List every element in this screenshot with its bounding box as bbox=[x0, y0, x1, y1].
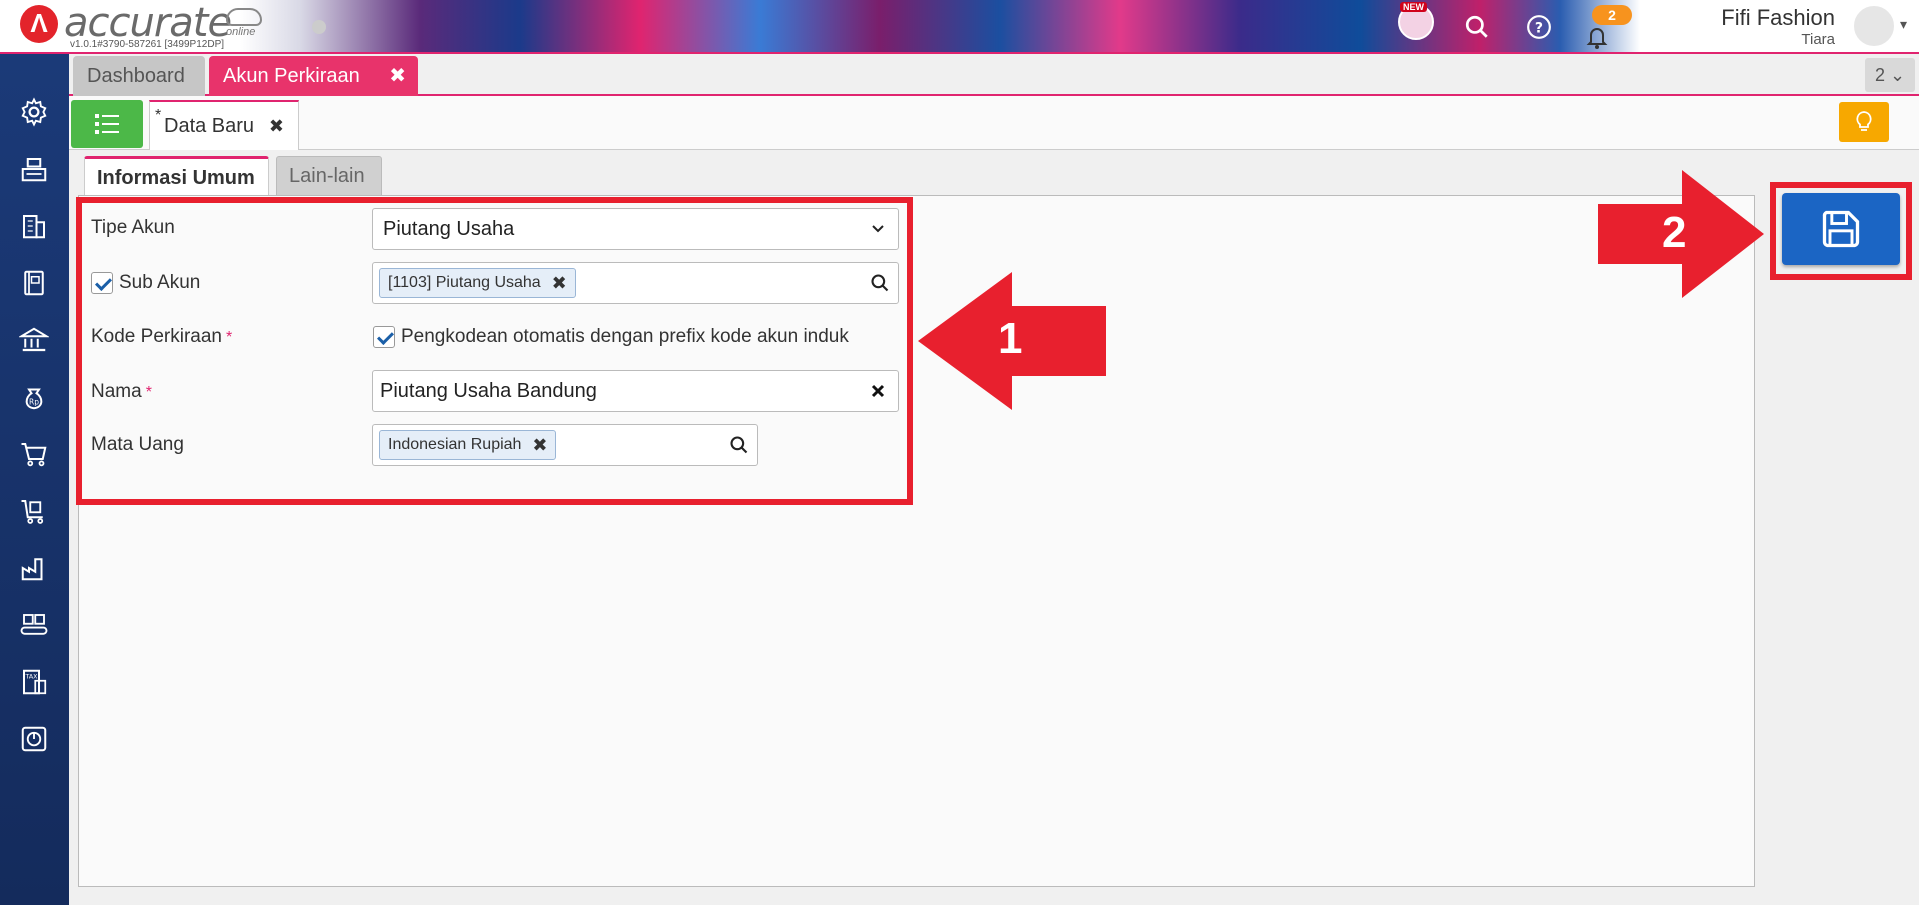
money-bag-icon[interactable]: Rp bbox=[16, 379, 52, 415]
tab-data-baru-label: Data Baru bbox=[164, 115, 255, 137]
top-bar: Λ accurate online v1.0.1#3790-587261 [34… bbox=[0, 0, 1919, 54]
close-icon[interactable]: ✖ bbox=[389, 56, 406, 96]
ledger-book-icon[interactable] bbox=[16, 265, 52, 301]
bank-icon[interactable] bbox=[16, 322, 52, 358]
annotation-arrow-1: 1 bbox=[918, 270, 1108, 417]
search-icon[interactable] bbox=[1458, 8, 1496, 46]
list-view-button[interactable] bbox=[71, 100, 143, 148]
lightbulb-icon bbox=[1856, 111, 1872, 131]
cloud-icon bbox=[226, 8, 262, 26]
building-icon[interactable] bbox=[16, 208, 52, 244]
tab-informasi-umum[interactable]: Informasi Umum bbox=[84, 156, 269, 196]
tab-informasi-umum-label: Informasi Umum bbox=[97, 167, 255, 189]
svg-text:?: ? bbox=[1535, 20, 1543, 36]
cart-box-icon[interactable] bbox=[16, 493, 52, 529]
tab-dashboard[interactable]: Dashboard bbox=[73, 56, 205, 96]
svg-text:Rp: Rp bbox=[29, 398, 39, 407]
user-name: Tiara bbox=[1801, 31, 1835, 48]
document-tab-bar: * Data Baru ✖ bbox=[69, 96, 1919, 150]
logo-sub: online bbox=[226, 26, 256, 38]
tab-akun-perkiraan[interactable]: Akun Perkiraan ✖ bbox=[209, 56, 418, 96]
chevron-down-icon[interactable]: ▾ bbox=[1900, 16, 1907, 33]
tab-lain-lain-label: Lain-lain bbox=[289, 165, 365, 187]
factory-icon[interactable] bbox=[16, 550, 52, 586]
gear-icon[interactable] bbox=[16, 94, 52, 130]
chevron-down-icon: ⌄ bbox=[1889, 65, 1906, 85]
form-highlight-box bbox=[76, 197, 913, 505]
company-name[interactable]: Fifi Fashion bbox=[1721, 5, 1835, 31]
svg-text:TAX: TAX bbox=[25, 673, 39, 680]
module-tab-bar: Dashboard Akun Perkiraan ✖ 2 ⌄ bbox=[69, 54, 1919, 96]
notification-badge: 2 bbox=[1592, 5, 1632, 25]
annotation-number-1: 1 bbox=[998, 314, 1023, 363]
tips-button[interactable] bbox=[1839, 102, 1889, 142]
help-icon[interactable]: ? bbox=[1520, 8, 1558, 46]
list-icon bbox=[95, 114, 119, 134]
tab-dashboard-label: Dashboard bbox=[87, 65, 185, 87]
tab-akun-perkiraan-label: Akun Perkiraan bbox=[223, 65, 360, 87]
cash-register-icon[interactable] bbox=[16, 151, 52, 187]
conveyor-icon[interactable] bbox=[16, 607, 52, 643]
annotation-number-2: 2 bbox=[1662, 208, 1687, 257]
new-badge: NEW bbox=[1400, 2, 1427, 12]
tab-lain-lain[interactable]: Lain-lain bbox=[276, 156, 382, 196]
accurate-logo-icon[interactable]: Λ bbox=[20, 5, 58, 43]
save-button[interactable] bbox=[1782, 193, 1900, 265]
shopping-cart-icon[interactable] bbox=[16, 436, 52, 472]
tab-count-dropdown[interactable]: 2 ⌄ bbox=[1865, 58, 1915, 92]
avatar[interactable] bbox=[1852, 4, 1896, 48]
tax-document-icon[interactable]: TAX bbox=[16, 664, 52, 700]
tab-count-value: 2 bbox=[1874, 65, 1885, 85]
status-dot bbox=[312, 20, 326, 34]
unsaved-marker: * bbox=[155, 107, 162, 124]
floppy-disk-icon bbox=[1822, 210, 1860, 248]
sidebar: Rp TAX bbox=[0, 54, 69, 905]
version-label: v1.0.1#3790-587261 [3499P12DP] bbox=[70, 39, 225, 50]
close-icon[interactable]: ✖ bbox=[269, 102, 284, 150]
annotation-arrow-2: 2 bbox=[1598, 170, 1766, 303]
report-chart-icon[interactable] bbox=[16, 721, 52, 757]
tab-data-baru[interactable]: * Data Baru ✖ bbox=[149, 100, 299, 150]
